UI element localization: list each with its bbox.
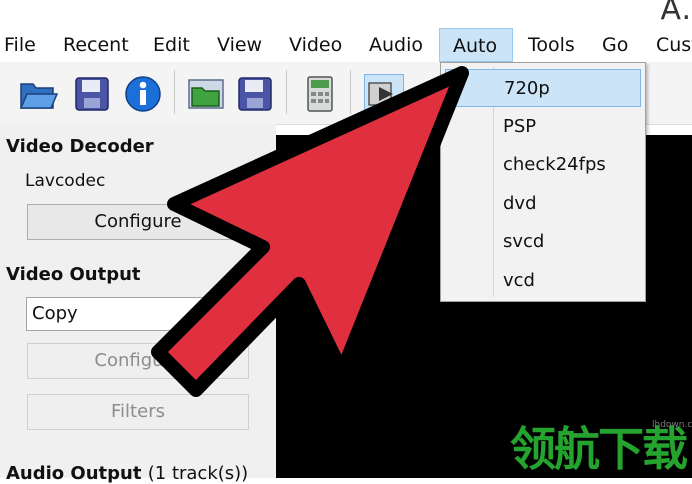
toolbar-separator [174,70,175,114]
menu-custom[interactable]: Cust [656,28,692,62]
auto-item-dvd[interactable]: dvd [441,185,645,223]
filters-button[interactable]: Filters [27,394,249,430]
open-folder-icon[interactable] [186,74,226,114]
save-icon[interactable] [235,74,275,114]
menu-go[interactable]: Go [602,28,628,62]
decoder-codec-label: Lavcodec [25,171,106,191]
auto-item-check24fps[interactable]: check24fps [441,146,645,184]
audio-output-title: Audio Output [6,463,142,484]
menu-file[interactable]: File [4,28,36,62]
toolbar-separator [286,70,287,114]
menu-bar: File Recent Edit View Video Audio Auto T… [0,28,692,62]
menu-edit[interactable]: Edit [153,28,190,62]
audio-output-tracks: (1 track(s)) [147,463,249,484]
decoder-configure-button[interactable]: Configure [27,204,249,240]
auto-item-psp[interactable]: PSP [441,108,645,146]
play-icon[interactable] [364,74,404,114]
menu-tools[interactable]: Tools [528,28,575,62]
open-folder-icon[interactable] [18,74,59,114]
output-configure-button[interactable]: Configure [27,343,249,379]
video-decoder-heading: Video Decoder [6,136,154,157]
calculator-icon[interactable] [300,74,340,114]
auto-menu-dropdown: 720p PSP check24fps dvd svcd vcd [440,62,646,302]
title-bar: A. [0,0,692,28]
menu-audio[interactable]: Audio [369,28,423,62]
watermark-site: lhdown.com [652,420,692,430]
auto-item-720p[interactable]: 720p [445,69,641,107]
auto-item-svcd[interactable]: svcd [441,223,645,261]
menu-view[interactable]: View [217,28,262,62]
window-title: A. [660,0,692,27]
info-icon[interactable] [123,74,163,114]
video-output-heading: Video Output [6,264,141,285]
video-output-select[interactable]: Copy [26,297,250,331]
menu-recent[interactable]: Recent [63,28,129,62]
toolbar-separator [350,70,351,114]
menu-auto[interactable]: Auto [439,28,513,62]
save-icon[interactable] [72,74,112,114]
menu-video[interactable]: Video [289,28,342,62]
audio-output-heading: Audio Output (1 track(s)) [6,463,248,484]
auto-item-vcd[interactable]: vcd [441,262,645,300]
